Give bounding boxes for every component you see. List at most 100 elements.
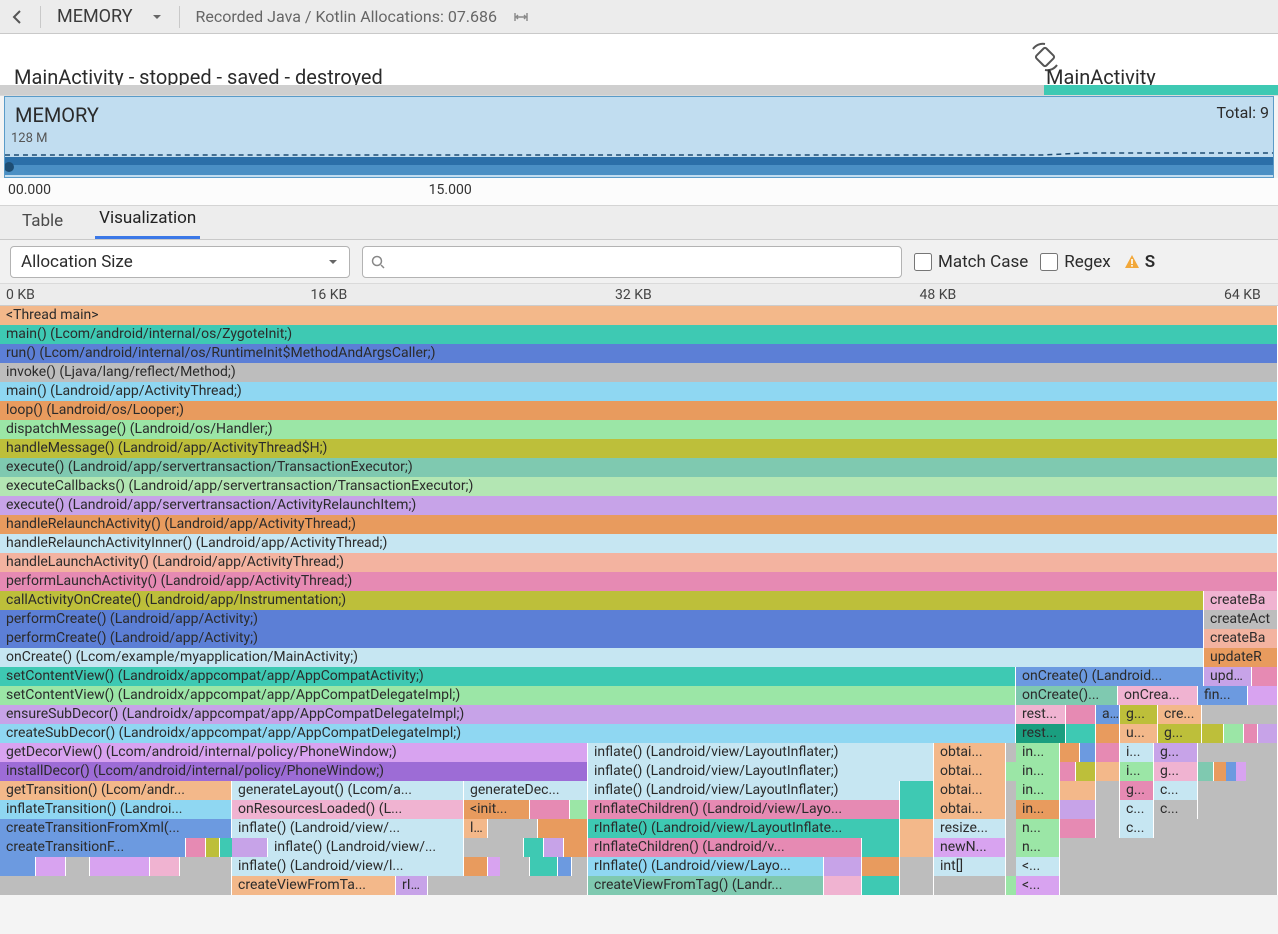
flame-frame[interactable]: handleMessage() (Landroid/app/ActivityTh… — [0, 439, 1278, 458]
flame-frame[interactable] — [530, 857, 558, 876]
flame-frame[interactable] — [500, 857, 530, 876]
flame-frame[interactable]: setContentView() (Landroidx/appcompat/ap… — [0, 686, 1016, 705]
flame-frame[interactable] — [1198, 800, 1278, 819]
flame-frame[interactable]: in... — [1016, 800, 1060, 819]
flame-frame[interactable] — [1224, 724, 1244, 743]
flame-frame[interactable] — [1246, 762, 1278, 781]
flame-frame[interactable]: performCreate() (Landroid/app/Activity;) — [0, 629, 1204, 648]
flame-frame[interactable] — [544, 838, 564, 857]
flame-frame[interactable]: g... — [1158, 724, 1202, 743]
flame-frame[interactable] — [1076, 762, 1096, 781]
flame-frame[interactable] — [900, 876, 934, 895]
flame-frame[interactable] — [1198, 743, 1278, 762]
flame-frame[interactable]: rInflateChildren() (Landroid/v... — [588, 838, 862, 857]
flame-frame[interactable] — [1066, 724, 1096, 743]
flame-frame[interactable]: rInflate() (Landroid/view/Layo... — [588, 857, 824, 876]
sort-dropdown[interactable]: Allocation Size — [10, 246, 350, 278]
flame-frame[interactable]: onCreate()... — [1016, 686, 1118, 705]
flame-frame[interactable] — [530, 800, 570, 819]
flame-frame[interactable]: a... — [1096, 705, 1120, 724]
flame-frame[interactable]: generateLayout() (Lcom/a... — [232, 781, 464, 800]
flame-frame[interactable] — [1198, 762, 1214, 781]
flame-frame[interactable]: in... — [1016, 781, 1060, 800]
flame-frame[interactable] — [862, 838, 900, 857]
flame-frame[interactable]: inflate() (Landroid/view/LayoutInflater;… — [588, 781, 900, 800]
tab-visualization[interactable]: Visualization — [95, 202, 200, 239]
match-case-checkbox[interactable]: Match Case — [914, 252, 1028, 272]
flame-frame[interactable]: createAct — [1204, 610, 1278, 629]
flame-frame[interactable]: callActivityOnCreate() (Landroid/app/Ins… — [0, 591, 1204, 610]
flame-frame[interactable] — [1244, 724, 1258, 743]
back-icon[interactable] — [6, 5, 30, 29]
memory-chart[interactable] — [5, 151, 1273, 175]
flame-frame[interactable]: c... — [1154, 781, 1198, 800]
regex-checkbox[interactable]: Regex — [1040, 252, 1110, 272]
flame-frame[interactable]: createSubDecor() (Landroidx/appcompat/ap… — [0, 724, 1016, 743]
flame-frame[interactable]: generateDec... — [464, 781, 588, 800]
flame-frame[interactable]: c... — [1154, 800, 1198, 819]
flame-frame[interactable] — [1066, 705, 1096, 724]
flame-frame[interactable] — [0, 857, 36, 876]
flame-frame[interactable]: <... — [1016, 876, 1060, 895]
flame-frame[interactable]: rInflate() (Landroid/view/LayoutInflate.… — [588, 819, 900, 838]
flame-frame[interactable] — [862, 876, 900, 895]
flame-frame[interactable]: getDecorView() (Lcom/android/internal/po… — [0, 743, 588, 762]
flame-frame[interactable] — [934, 876, 1006, 895]
regex-input[interactable] — [1040, 253, 1058, 271]
flame-frame[interactable]: ensureSubDecor() (Landroidx/appcompat/ap… — [0, 705, 1016, 724]
fit-icon[interactable] — [509, 5, 533, 29]
flame-frame[interactable] — [1060, 876, 1278, 895]
flame-frame[interactable] — [1198, 781, 1278, 800]
flame-frame[interactable]: n... — [1016, 819, 1060, 838]
flame-frame[interactable]: obtai... — [934, 743, 1006, 762]
flame-frame[interactable]: rI... — [396, 876, 428, 895]
flame-frame[interactable]: inflate() (Landroid/view/... — [268, 838, 464, 857]
flame-frame[interactable] — [824, 876, 862, 895]
flame-frame[interactable] — [900, 819, 934, 838]
flame-frame[interactable]: g... — [1120, 705, 1158, 724]
flame-frame[interactable]: obtai... — [934, 800, 1006, 819]
flame-frame[interactable] — [900, 857, 934, 876]
flame-frame[interactable] — [1096, 743, 1120, 762]
flame-frame[interactable]: i... — [1120, 762, 1154, 781]
flame-frame[interactable]: obtai... — [934, 762, 1006, 781]
flame-frame[interactable]: <Thread main> — [0, 306, 1278, 325]
flame-frame[interactable]: newN... — [934, 838, 1006, 857]
flame-frame[interactable]: <init... — [464, 800, 530, 819]
flame-frame[interactable]: g... — [1154, 762, 1198, 781]
flame-frame[interactable]: setContentView() (Landroidx/appcompat/ap… — [0, 667, 1016, 686]
flame-frame[interactable]: onCrea... — [1118, 686, 1198, 705]
flame-frame[interactable]: createTransitionFromXml(... — [0, 819, 232, 838]
flame-frame[interactable]: run() (Lcom/android/internal/os/RuntimeI… — [0, 344, 1278, 363]
flame-frame[interactable]: rest... — [1016, 724, 1066, 743]
flame-frame[interactable] — [1248, 686, 1278, 705]
flame-frame[interactable] — [36, 857, 66, 876]
flame-frame[interactable]: onResourcesLoaded() (L... — [232, 800, 464, 819]
flame-frame[interactable] — [1154, 819, 1278, 838]
flame-frame[interactable] — [90, 857, 150, 876]
flame-frame[interactable] — [572, 857, 588, 876]
flame-frame[interactable]: updat... — [1204, 667, 1252, 686]
dropdown-icon[interactable] — [145, 5, 169, 29]
flame-frame[interactable] — [1060, 781, 1096, 800]
flame-frame[interactable]: loop() (Landroid/os/Looper;) — [0, 401, 1278, 420]
flame-frame[interactable]: handleRelaunchActivity() (Landroid/app/A… — [0, 515, 1278, 534]
flame-frame[interactable] — [564, 838, 588, 857]
flame-frame[interactable] — [66, 857, 90, 876]
flame-frame[interactable] — [1060, 800, 1096, 819]
flame-frame[interactable]: updateR — [1204, 648, 1278, 667]
flame-frame[interactable]: performLaunchActivity() (Landroid/app/Ac… — [0, 572, 1278, 591]
flame-frame[interactable]: in... — [1016, 762, 1060, 781]
flame-frame[interactable] — [232, 838, 268, 857]
flame-frame[interactable]: g... — [1120, 781, 1154, 800]
flame-frame[interactable]: u... — [1120, 724, 1158, 743]
flame-frame[interactable]: int[] — [934, 857, 1006, 876]
flame-frame[interactable]: n... — [1016, 838, 1060, 857]
flame-frame[interactable]: handleLaunchActivity() (Landroid/app/Act… — [0, 553, 1278, 572]
flame-frame[interactable] — [1080, 743, 1096, 762]
flame-frame[interactable] — [1096, 819, 1120, 838]
flame-frame[interactable] — [488, 819, 538, 838]
flame-frame[interactable]: onCreate() (Lcom/example/myapplication/M… — [0, 648, 1204, 667]
flame-frame[interactable] — [1202, 705, 1278, 724]
flame-frame[interactable] — [1096, 762, 1120, 781]
